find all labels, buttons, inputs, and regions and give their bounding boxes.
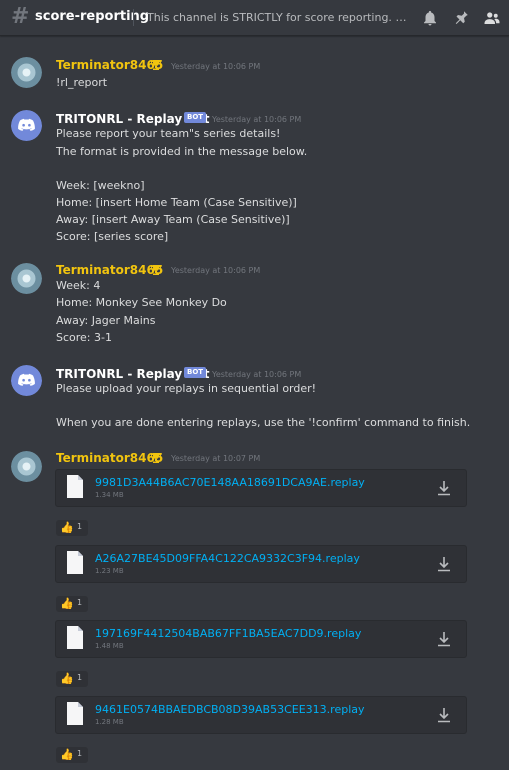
channel-name: score-reporting [35, 9, 150, 24]
channel-header: # score-reporting This channel is STRICT… [0, 0, 509, 36]
file-attachment[interactable]: 9461E0574BBAEDBCB08D39AB53CEE313.replay … [55, 696, 467, 734]
message-text: When you are done entering replays, use … [56, 416, 471, 429]
members-icon[interactable] [483, 9, 501, 27]
reaction-count: 1 [77, 749, 83, 758]
avatar[interactable] [11, 451, 42, 482]
file-size: 1.48 MB [95, 642, 124, 650]
header-divider [133, 9, 134, 26]
message-text: Score: 3-1 [56, 331, 112, 344]
file-icon [66, 550, 84, 575]
timestamp: Yesterday at 10:06 PM [171, 62, 261, 71]
pin-icon[interactable] [452, 9, 470, 27]
hashtag-icon: # [11, 4, 30, 29]
file-size: 1.28 MB [95, 718, 124, 726]
channel-topic[interactable]: This channel is STRICTLY for score repor… [147, 11, 410, 24]
reaction-count: 1 [77, 598, 83, 607]
file-attachment[interactable]: 9981D3A44B6AC70E148AA18691DCA9AE.replay … [55, 469, 467, 507]
message-text: The format is provided in the message be… [56, 145, 308, 158]
file-name-link[interactable]: 9461E0574BBAEDBCB08D39AB53CEE313.replay [95, 703, 365, 716]
download-icon[interactable] [437, 707, 451, 723]
reaction-button[interactable]: 👍 1 [56, 520, 88, 536]
thumbs-up-icon: 👍 [60, 597, 74, 610]
avatar[interactable] [11, 263, 42, 294]
timestamp: Yesterday at 10:06 PM [212, 115, 302, 124]
message-text: !rl_report [56, 76, 108, 89]
file-size: 1.34 MB [95, 491, 124, 499]
file-icon [66, 625, 84, 650]
file-icon [66, 701, 84, 726]
message-text: Week: 4 [56, 279, 101, 292]
bot-tag: BOT [184, 367, 207, 378]
reaction-button[interactable]: 👍 1 [56, 671, 88, 687]
message-text: Home: Monkey See Monkey Do [56, 296, 227, 309]
file-name-link[interactable]: A26A27BE45D09FFA4C122CA9332C3F94.replay [95, 552, 360, 565]
bell-icon[interactable] [421, 9, 439, 27]
author-name[interactable]: Terminator8465 [56, 451, 163, 465]
message-text: Home: [insert Home Team (Case Sensitive)… [56, 196, 297, 209]
reaction-count: 1 [77, 673, 83, 682]
message-text: Score: [series score] [56, 230, 169, 243]
file-attachment[interactable]: 197169F4412504BAB67FF1BA5EAC7DD9.replay … [55, 620, 467, 658]
download-icon[interactable] [437, 480, 451, 496]
file-icon [66, 474, 84, 499]
timestamp: Yesterday at 10:06 PM [212, 370, 302, 379]
message-text: Away: Jager Mains [56, 314, 156, 327]
avatar[interactable] [11, 57, 42, 88]
download-icon[interactable] [437, 556, 451, 572]
file-name-link[interactable]: 9981D3A44B6AC70E148AA18691DCA9AE.replay [95, 476, 365, 489]
avatar[interactable] [11, 110, 42, 141]
bot-tag: BOT [184, 112, 207, 123]
timestamp: Yesterday at 10:07 PM [171, 454, 261, 463]
author-name[interactable]: Terminator8465 [56, 58, 163, 72]
trophy-icon [151, 265, 161, 275]
message-text: Week: [weekno] [56, 179, 145, 192]
message-text: Away: [insert Away Team (Case Sensitive)… [56, 213, 290, 226]
message-text: Please report your team"s series details… [56, 127, 281, 140]
download-icon[interactable] [437, 631, 451, 647]
message-text: Please upload your replays in sequential… [56, 382, 317, 395]
thumbs-up-icon: 👍 [60, 672, 74, 685]
thumbs-up-icon: 👍 [60, 521, 74, 534]
trophy-icon [151, 60, 161, 70]
file-attachment[interactable]: A26A27BE45D09FFA4C122CA9332C3F94.replay … [55, 545, 467, 583]
thumbs-up-icon: 👍 [60, 748, 74, 761]
avatar[interactable] [11, 365, 42, 396]
file-name-link[interactable]: 197169F4412504BAB67FF1BA5EAC7DD9.replay [95, 627, 361, 640]
reaction-count: 1 [77, 522, 83, 531]
reaction-button[interactable]: 👍 1 [56, 596, 88, 612]
author-name[interactable]: Terminator8465 [56, 263, 163, 277]
file-size: 1.23 MB [95, 567, 124, 575]
reaction-button[interactable]: 👍 1 [56, 747, 88, 763]
trophy-icon [151, 453, 161, 463]
timestamp: Yesterday at 10:06 PM [171, 266, 261, 275]
